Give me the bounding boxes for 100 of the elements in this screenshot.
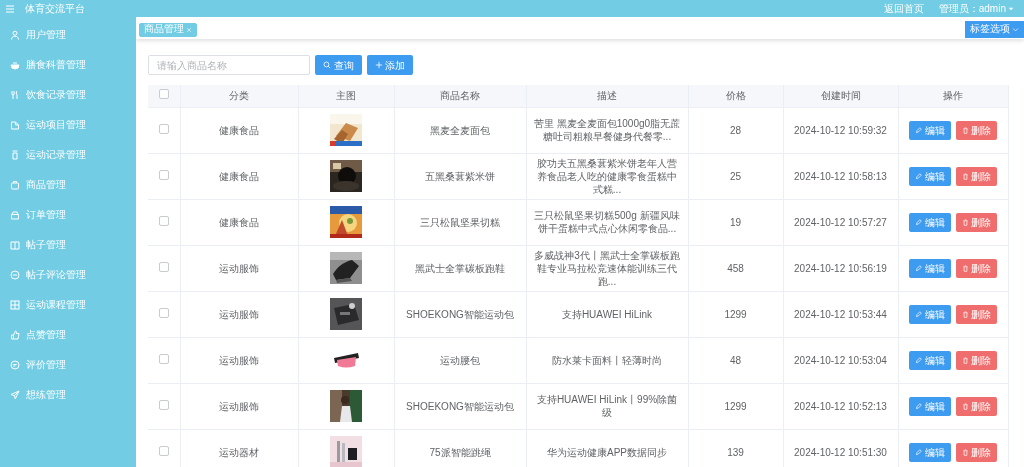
- search-button[interactable]: 查询: [315, 55, 362, 75]
- edit-button[interactable]: 编辑: [909, 304, 951, 324]
- product-name-cell: 黑麦全麦面包: [430, 124, 490, 136]
- edit-button[interactable]: 编辑: [909, 212, 951, 232]
- sidebar-item[interactable]: 膳食科普管理: [26, 57, 86, 72]
- select-all-checkbox[interactable]: [158, 89, 169, 100]
- tab-options-button[interactable]: 标签选项: [964, 21, 1024, 38]
- chat-icon: [10, 269, 20, 280]
- description-cell: 胶功夫五黑桑葚紫米饼老年人营养食品老人吃的健康零食蛋糕中式糕...: [537, 157, 677, 195]
- app-title: 体育交流平台: [25, 2, 85, 16]
- delete-button[interactable]: 删除: [955, 396, 997, 416]
- user-menu[interactable]: 管理员：admin: [938, 1, 1006, 16]
- row-checkbox[interactable]: [158, 399, 169, 410]
- description-cell: 华为运动健康APP数据同步: [547, 446, 667, 458]
- product-name-cell: 五黑桑葚紫米饼: [425, 170, 495, 182]
- price-cell: 1299: [724, 400, 747, 412]
- category-cell: 运动服饰: [219, 308, 259, 320]
- column-header: 主图: [336, 90, 356, 102]
- document-icon: [10, 119, 20, 130]
- edit-button[interactable]: 编辑: [909, 442, 951, 462]
- sidebar-item[interactable]: 评价管理: [26, 357, 66, 372]
- search-field[interactable]: 请输入商品名称: [148, 55, 310, 75]
- column-header: 价格: [725, 90, 746, 102]
- created-time-cell: 2024-10-12 10:53:04: [794, 354, 887, 366]
- trash-icon: [961, 172, 969, 180]
- trash-icon: [961, 264, 969, 272]
- category-cell: 运动服饰: [219, 400, 259, 412]
- description-cell: 支持HUAWEI HiLink丨99%除菌级: [536, 394, 678, 418]
- column-header: 商品名称: [440, 90, 480, 102]
- delete-button[interactable]: 删除: [955, 304, 997, 324]
- edit-button[interactable]: 编辑: [909, 396, 951, 416]
- add-button[interactable]: 添加: [366, 55, 413, 75]
- sidebar-item[interactable]: 订单管理: [26, 207, 66, 222]
- created-time-cell: 2024-10-12 10:51:30: [794, 446, 887, 458]
- column-header: 分类: [229, 90, 249, 102]
- product-name-cell: SHOEKONG智能运动包: [406, 400, 514, 412]
- pencil-icon: [915, 356, 922, 364]
- category-cell: 运动器材: [219, 446, 259, 458]
- row-checkbox[interactable]: [158, 261, 169, 272]
- price-cell: 48: [729, 354, 742, 366]
- row-checkbox[interactable]: [158, 215, 169, 226]
- pencil-icon: [915, 218, 922, 226]
- edit-button[interactable]: 编辑: [909, 166, 951, 186]
- delete-button[interactable]: 删除: [955, 350, 997, 370]
- column-header: 操作: [943, 90, 963, 102]
- home-link[interactable]: 返回首页: [883, 1, 924, 16]
- sidebar-item[interactable]: 用户管理: [26, 27, 66, 42]
- category-cell: 健康食品: [219, 124, 259, 136]
- description-cell: 三只松鼠坚果切糕500g 新疆风味饼干蛋糕中式点心休闲零食品...: [534, 210, 680, 234]
- sidebar-item[interactable]: 饮食记录管理: [26, 87, 86, 102]
- pencil-icon: [915, 402, 922, 410]
- sidebar-item[interactable]: 运动课程管理: [26, 297, 86, 312]
- bag-icon: [10, 179, 20, 190]
- price-cell: 139: [727, 446, 744, 458]
- delete-button[interactable]: 删除: [955, 212, 997, 232]
- sidebar-item[interactable]: 运动记录管理: [26, 147, 86, 162]
- sidebar-item[interactable]: 帖子管理: [26, 237, 66, 252]
- product-name-cell: 三只松鼠坚果切糕: [420, 216, 500, 228]
- created-time-cell: 2024-10-12 10:57:27: [794, 216, 887, 228]
- book-icon: [10, 239, 20, 250]
- trash-icon: [961, 126, 969, 134]
- description-cell: 苦里 黑麦全麦面包1000g0脂无蔗糖吐司粗粮早餐健身代餐零...: [533, 118, 681, 142]
- category-cell: 健康食品: [219, 170, 259, 182]
- created-time-cell: 2024-10-12 10:52:13: [794, 400, 887, 412]
- trash-icon: [961, 356, 969, 364]
- close-icon: [186, 26, 192, 33]
- sidebar-item[interactable]: 运动项目管理: [26, 117, 86, 132]
- description-cell: 支持HUAWEI HiLink: [561, 308, 653, 320]
- tab[interactable]: 商品管理: [138, 22, 197, 37]
- trash-icon: [961, 402, 969, 410]
- edit-button[interactable]: 编辑: [909, 258, 951, 278]
- row-checkbox[interactable]: [158, 123, 169, 134]
- product-name-cell: 75派智能跳绳: [429, 446, 491, 458]
- send-icon: [10, 389, 20, 400]
- row-checkbox[interactable]: [158, 307, 169, 318]
- delete-button[interactable]: 删除: [955, 442, 997, 462]
- created-time-cell: 2024-10-12 10:56:19: [794, 262, 887, 274]
- product-name-cell: 运动腰包: [440, 354, 480, 366]
- row-checkbox[interactable]: [158, 353, 169, 364]
- sidebar-item[interactable]: 商品管理: [26, 177, 66, 192]
- row-checkbox[interactable]: [158, 169, 169, 180]
- trash-icon: [961, 310, 969, 318]
- edit-button[interactable]: 编辑: [909, 120, 951, 140]
- delete-button[interactable]: 删除: [955, 258, 997, 278]
- fork-icon: [10, 89, 20, 100]
- description-cell: 防水莱卡面料丨轻薄时尚: [552, 354, 662, 366]
- delete-button[interactable]: 删除: [955, 120, 997, 140]
- cup-icon: [10, 149, 20, 160]
- edit-button[interactable]: 编辑: [909, 350, 951, 370]
- thumbs-up-icon: [10, 329, 20, 340]
- created-time-cell: 2024-10-12 10:59:32: [794, 124, 887, 136]
- sidebar-item[interactable]: 想练管理: [26, 387, 66, 402]
- bowl-icon: [10, 59, 20, 70]
- price-cell: 25: [729, 170, 742, 182]
- created-time-cell: 2024-10-12 10:53:44: [794, 308, 887, 320]
- sidebar-item[interactable]: 帖子评论管理: [26, 267, 86, 282]
- pencil-icon: [915, 264, 922, 272]
- delete-button[interactable]: 删除: [955, 166, 997, 186]
- sidebar-item[interactable]: 点赞管理: [26, 327, 66, 342]
- row-checkbox[interactable]: [158, 445, 169, 456]
